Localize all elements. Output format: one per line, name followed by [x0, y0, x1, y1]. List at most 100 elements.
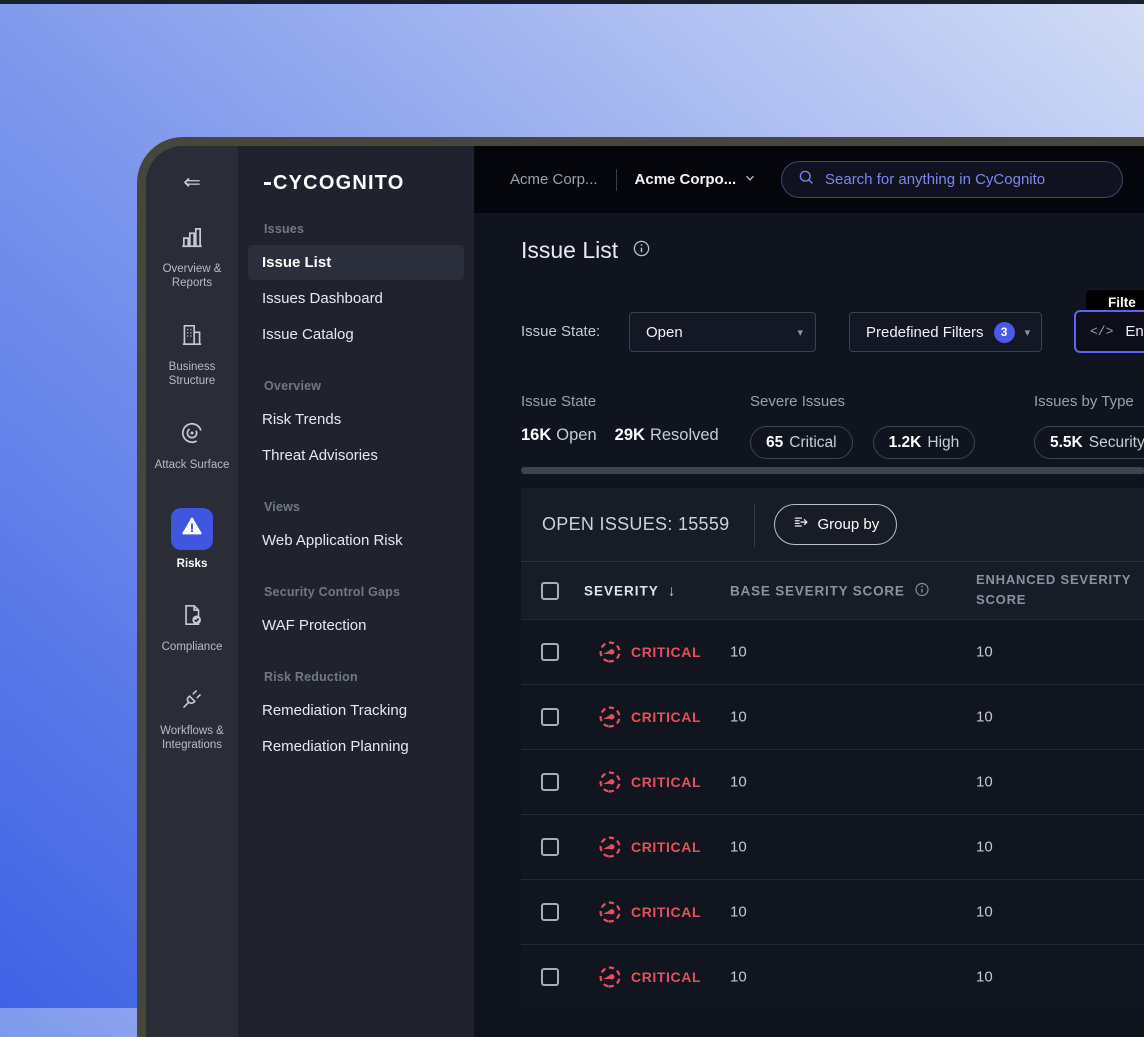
column-base-severity-score[interactable]: BASE SEVERITY SCORE	[730, 581, 930, 600]
table-row[interactable]: CRITICAL 10 10	[521, 749, 1144, 814]
rail-item-attack-surface[interactable]: Attack Surface	[146, 420, 238, 472]
table-header-row: SEVERITY ↓ BASE SEVERITY SCORE ENHANCE	[521, 561, 1144, 619]
table-row[interactable]: CRITICAL 10 10	[521, 684, 1144, 749]
issue-state-select[interactable]: Open ▾	[629, 312, 816, 352]
caret-down-icon: ▾	[1015, 326, 1031, 339]
predefined-filters-select[interactable]: Predefined Filters 3 ▾	[849, 312, 1042, 352]
severity-value: CRITICAL	[631, 904, 701, 920]
rail-item-business-structure[interactable]: Business Structure	[146, 322, 238, 389]
sidebar-item-web-application-risk[interactable]: Web Application Risk	[248, 523, 464, 558]
caret-down-icon: ▾	[787, 326, 803, 339]
risks-active-badge	[171, 508, 213, 550]
column-severity[interactable]: SEVERITY ↓	[584, 582, 676, 599]
logo-text: CYCOGNITO	[273, 172, 405, 195]
topbar: Acme Corp... Acme Corpo... Search for an…	[474, 146, 1144, 213]
sidebar-item-threat-advisories[interactable]: Threat Advisories	[248, 438, 464, 473]
org-name[interactable]: Acme Corp...	[510, 171, 598, 188]
base-score-value: 10	[730, 774, 747, 791]
enhanced-score-value: 10	[976, 969, 993, 986]
issue-state-value: Open	[646, 324, 683, 341]
stat-resolved-count: 29KResolved	[615, 426, 719, 445]
horizontal-scrollbar[interactable]	[521, 467, 1144, 474]
section-title-views: Views	[238, 500, 474, 514]
table-row[interactable]: CRITICAL 10 10	[521, 619, 1144, 684]
base-score-value: 10	[730, 839, 747, 856]
page-title-text: Issue List	[521, 237, 618, 264]
warning-triangle-icon	[180, 514, 204, 543]
row-checkbox[interactable]	[541, 838, 559, 856]
topbar-divider	[616, 169, 617, 191]
section-title-security-control-gaps: Security Control Gaps	[238, 585, 474, 599]
severity-gauge-icon	[597, 769, 623, 795]
section-title-overview: Overview	[238, 379, 474, 393]
high-count-pill[interactable]: 1.2KHigh	[873, 426, 976, 459]
column-enhanced-severity-score[interactable]: ENHANCED SEVERITY SCORE	[976, 570, 1144, 612]
severity-value: CRITICAL	[631, 839, 701, 855]
row-checkbox[interactable]	[541, 643, 559, 661]
issues-table: OPEN ISSUES: 15559 Group by	[521, 488, 1144, 1009]
chevron-down-icon	[744, 171, 756, 188]
rail-item-label: Attack Surface	[146, 458, 238, 472]
sidebar-item-remediation-tracking[interactable]: Remediation Tracking	[248, 693, 464, 728]
table-row[interactable]: CRITICAL 10 10	[521, 944, 1144, 1009]
table-row[interactable]: CRITICAL 10 10	[521, 879, 1144, 944]
info-icon[interactable]	[914, 581, 930, 600]
enhanced-score-value: 10	[976, 709, 993, 726]
query-filter-input[interactable]: </> Ente	[1074, 310, 1144, 353]
severity-gauge-icon	[597, 704, 623, 730]
rail-item-overview-reports[interactable]: Overview & Reports	[146, 224, 238, 291]
severity-value: CRITICAL	[631, 644, 701, 660]
sidebar-item-issue-list[interactable]: Issue List	[248, 245, 464, 280]
sidebar-item-issue-catalog[interactable]: Issue Catalog	[248, 317, 464, 352]
app-window-frame: ⇐ Overview & Reports Business	[137, 137, 1144, 1037]
rail-item-risks[interactable]: Risks	[146, 508, 238, 571]
search-icon	[797, 168, 815, 191]
collapse-sidebar-button[interactable]: ⇐	[183, 172, 201, 193]
plug-icon	[179, 699, 205, 716]
group-by-button[interactable]: Group by	[774, 504, 898, 545]
main-area: Acme Corp... Acme Corpo... Search for an…	[474, 146, 1144, 1037]
severity-value: CRITICAL	[631, 709, 701, 725]
row-checkbox[interactable]	[541, 708, 559, 726]
bar-chart-icon	[179, 237, 205, 254]
rail-item-label: Risks	[146, 557, 238, 571]
stat-label: Severe Issues	[750, 393, 975, 410]
base-score-value: 10	[730, 644, 747, 661]
stat-open-count: 16KOpen	[521, 426, 597, 445]
sidebar-item-remediation-planning[interactable]: Remediation Planning	[248, 729, 464, 764]
rail-item-compliance[interactable]: Compliance	[146, 602, 238, 654]
info-icon[interactable]	[632, 237, 651, 264]
open-issues-count: OPEN ISSUES: 15559	[542, 514, 730, 535]
screen-top-edge	[0, 0, 1144, 4]
row-checkbox[interactable]	[541, 773, 559, 791]
search-input[interactable]: Search for anything in CyCognito	[781, 161, 1123, 198]
scope-selector[interactable]: Acme Corpo...	[635, 171, 757, 188]
severity-gauge-icon	[597, 639, 623, 665]
rail-item-label: Workflows & Integrations	[146, 724, 238, 753]
code-icon: </>	[1090, 324, 1113, 339]
table-toolbar: OPEN ISSUES: 15559 Group by	[521, 488, 1144, 561]
select-all-checkbox[interactable]	[541, 582, 559, 600]
sidebar-item-waf-protection[interactable]: WAF Protection	[248, 608, 464, 643]
row-checkbox[interactable]	[541, 968, 559, 986]
stat-issue-state: Issue State 16KOpen 29KResolved	[521, 393, 719, 445]
row-checkbox[interactable]	[541, 903, 559, 921]
critical-count-pill[interactable]: 65Critical	[750, 426, 853, 459]
issue-list-page: Issue List Issue State: Open ▾ Predefine…	[474, 213, 1144, 1037]
severity-value: CRITICAL	[631, 969, 701, 985]
stat-label: Issues by Type	[1034, 393, 1144, 410]
security-count-pill[interactable]: 5.5KSecurity	[1034, 426, 1144, 459]
search-placeholder: Search for anything in CyCognito	[825, 171, 1045, 188]
app-window: ⇐ Overview & Reports Business	[146, 146, 1144, 1037]
table-row[interactable]: CRITICAL 10 10	[521, 814, 1144, 879]
base-score-value: 10	[730, 709, 747, 726]
sidebar-item-risk-trends[interactable]: Risk Trends	[248, 402, 464, 437]
sidebar-item-issues-dashboard[interactable]: Issues Dashboard	[248, 281, 464, 316]
severity-gauge-icon	[597, 964, 623, 990]
enhanced-score-value: 10	[976, 839, 993, 856]
rail-item-workflows-integrations[interactable]: Workflows & Integrations	[146, 686, 238, 753]
logo-dash-mark	[264, 182, 271, 185]
severity-gauge-icon	[597, 899, 623, 925]
toolbar-divider	[754, 503, 755, 547]
sort-descending-icon[interactable]: ↓	[668, 582, 677, 599]
